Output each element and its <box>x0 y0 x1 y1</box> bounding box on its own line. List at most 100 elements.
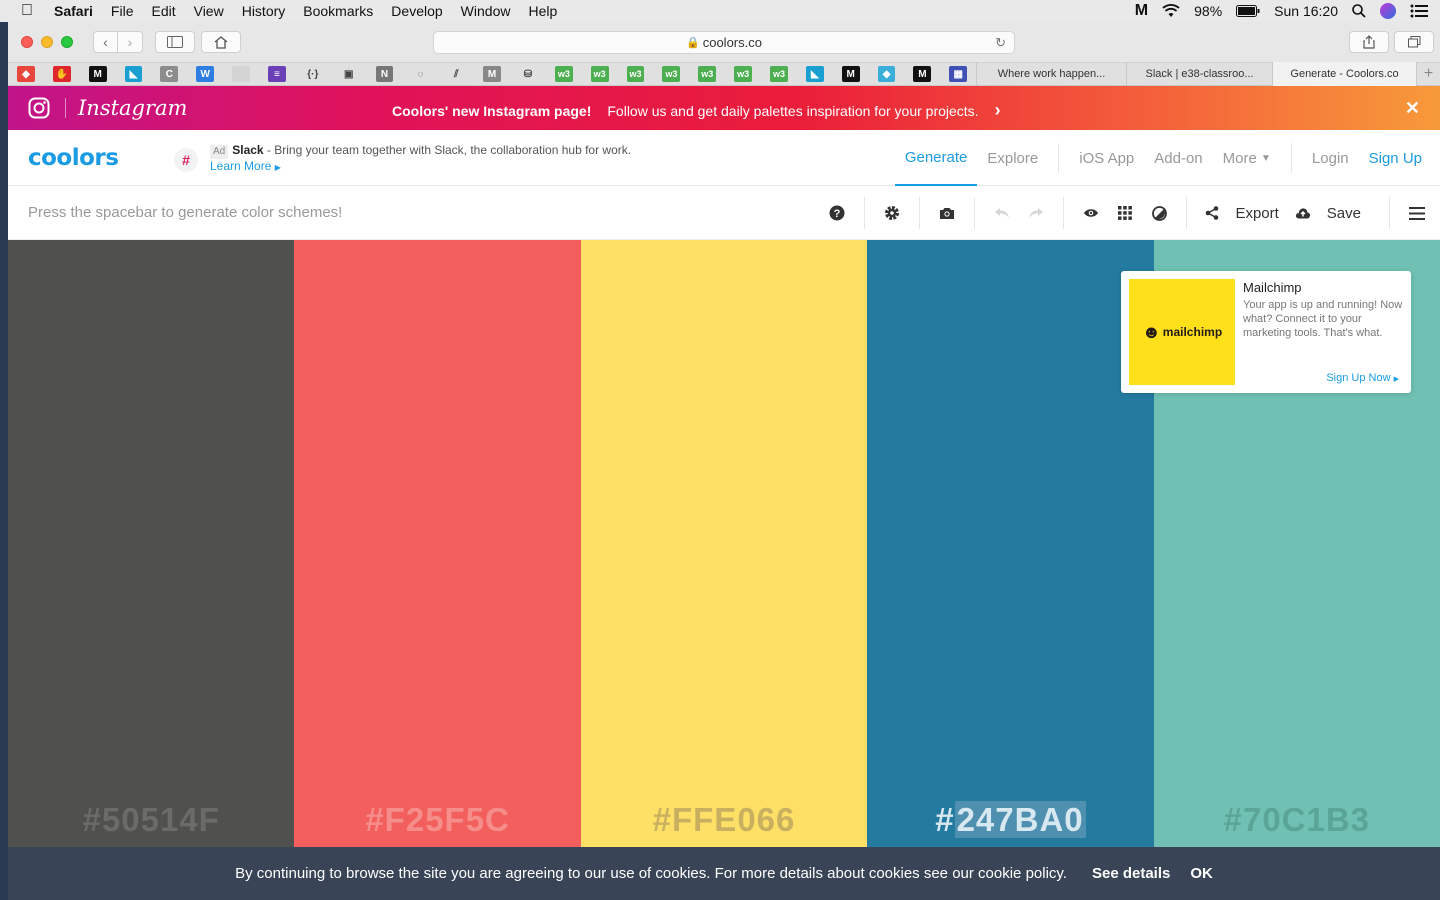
color-swatch[interactable]: #FFE066 <box>580 240 868 847</box>
color-swatch[interactable]: #F25F5C <box>294 240 581 847</box>
tab-slack-work[interactable]: Where work happen... <box>976 62 1126 86</box>
nav-sign-up[interactable]: Sign Up <box>1359 130 1432 186</box>
slack-ad[interactable]: # Ad Slack - Bring your team together wit… <box>174 143 631 175</box>
purple-list-icon[interactable]: ≡ <box>268 66 286 82</box>
grid-icon[interactable] <box>1108 186 1142 240</box>
w-circle-icon[interactable]: W <box>196 66 215 82</box>
book-icon[interactable]: ▣ <box>339 66 358 82</box>
tab-overview-button[interactable] <box>1394 31 1434 53</box>
undo-icon[interactable] <box>985 186 1019 240</box>
settings-gear-icon[interactable] <box>875 186 909 240</box>
medium-icon[interactable]: M <box>913 66 932 82</box>
redo-icon[interactable] <box>1019 186 1053 240</box>
coolors-logo[interactable]: coolors <box>28 145 119 171</box>
blue-bird-icon[interactable]: ◣ <box>805 66 824 82</box>
menu-edit[interactable]: Edit <box>142 3 184 19</box>
hex-code[interactable]: #FFE066 <box>581 801 867 839</box>
nav-ios-app[interactable]: iOS App <box>1069 130 1144 186</box>
red-ring-icon[interactable]: ◌ <box>411 66 430 82</box>
ok-button[interactable]: OK <box>1190 865 1213 882</box>
red-hand-icon[interactable]: ✋ <box>52 66 71 82</box>
menu-help[interactable]: Help <box>519 3 566 19</box>
menu-window[interactable]: Window <box>452 3 520 19</box>
menu-bookmarks[interactable]: Bookmarks <box>294 3 382 19</box>
instagram-banner[interactable]: Instagram Coolors' new Instagram page! F… <box>8 86 1440 130</box>
w3-icon[interactable]: w3 <box>698 66 717 82</box>
nav-login[interactable]: Login <box>1302 130 1359 186</box>
c-icon[interactable]: C <box>160 66 179 82</box>
battery-icon[interactable] <box>1236 5 1260 17</box>
m-gray-icon[interactable]: M <box>483 66 502 82</box>
red-diamond-icon[interactable]: ◆ <box>17 66 35 82</box>
save-button[interactable]: Save <box>1287 205 1369 222</box>
w3-icon[interactable]: w3 <box>590 66 609 82</box>
back-button[interactable]: ‹ <box>93 31 118 53</box>
eye-icon[interactable] <box>1074 186 1108 240</box>
siri-icon[interactable] <box>1380 3 1396 19</box>
apple-icon[interactable]:  <box>0 2 54 20</box>
color-swatch[interactable]: #247BA0 <box>867 240 1154 847</box>
hex-code[interactable]: #F25F5C <box>294 801 580 839</box>
forward-button[interactable]: › <box>118 31 143 53</box>
mailchimp-ad[interactable]: ☻ mailchimp Mailchimp Your app is up and… <box>1121 271 1411 393</box>
sidebar-button[interactable] <box>155 31 195 53</box>
w3-icon[interactable]: w3 <box>770 66 788 82</box>
malwarebytes-icon[interactable]: M <box>1135 2 1148 20</box>
ad-sign-up-link[interactable]: Sign Up Now ▶ <box>1326 372 1399 384</box>
camera-icon[interactable] <box>930 186 964 240</box>
spotlight-search-icon[interactable] <box>1352 4 1366 18</box>
nav-explore[interactable]: Explore <box>977 130 1048 186</box>
wifi-icon[interactable] <box>1162 4 1180 18</box>
color-adjust-icon[interactable] <box>1142 186 1176 240</box>
curly-braces-icon[interactable]: {·} <box>303 66 322 82</box>
menu-develop[interactable]: Develop <box>382 3 451 19</box>
hex-code[interactable]: #247BA0 <box>867 801 1153 839</box>
reload-icon[interactable]: ↻ <box>995 35 1006 51</box>
hex-code[interactable]: #70C1B3 <box>1154 801 1440 839</box>
hex-code[interactable]: #50514F <box>8 801 294 839</box>
minimize-window-button[interactable] <box>41 36 53 48</box>
medium-icon[interactable]: M <box>88 66 107 82</box>
help-icon[interactable]: ? <box>820 186 854 240</box>
w3-icon[interactable]: w3 <box>626 66 645 82</box>
medium-icon[interactable]: M <box>841 66 860 82</box>
battery-percent[interactable]: 98% <box>1194 3 1222 19</box>
instagram-icon <box>28 97 50 119</box>
toolbar-divider <box>1389 197 1390 229</box>
export-button[interactable]: Export <box>1197 205 1286 222</box>
nav-more[interactable]: More ▼ <box>1213 130 1281 186</box>
close-icon[interactable]: ✕ <box>1405 98 1420 119</box>
tab-coolors-generate[interactable]: Generate - Coolors.co <box>1272 62 1416 86</box>
see-details-button[interactable]: See details <box>1092 865 1170 882</box>
n-icon[interactable]: N <box>375 66 394 82</box>
color-swatch[interactable]: #50514F <box>8 240 295 847</box>
blue-bird-icon[interactable]: ◣ <box>124 66 143 82</box>
stripes-icon[interactable]: ⫽ <box>447 66 466 82</box>
home-button[interactable] <box>201 31 241 53</box>
share-button[interactable] <box>1349 31 1389 53</box>
notification-center-icon[interactable] <box>1410 4 1428 18</box>
nav-add-on[interactable]: Add-on <box>1144 130 1212 186</box>
hamburger-menu-icon[interactable] <box>1400 186 1434 240</box>
cube-icon[interactable]: ◆ <box>877 66 896 82</box>
menu-history[interactable]: History <box>233 3 295 19</box>
w3-icon[interactable]: w3 <box>554 66 573 82</box>
zoom-window-button[interactable] <box>61 36 73 48</box>
chevron-right-icon[interactable]: › <box>995 100 1001 121</box>
nav-generate[interactable]: Generate <box>894 130 978 186</box>
database-icon[interactable]: ⛁ <box>519 66 537 82</box>
blank-page-icon[interactable] <box>232 66 251 82</box>
w3-icon[interactable]: w3 <box>662 66 681 82</box>
menu-view[interactable]: View <box>185 3 233 19</box>
ad-learn-more-link[interactable]: Learn More <box>210 159 271 173</box>
menu-app-name[interactable]: Safari <box>54 3 102 19</box>
clock[interactable]: Sun 16:20 <box>1274 3 1338 19</box>
menu-file[interactable]: File <box>102 3 143 19</box>
layout-icon[interactable]: ▦ <box>949 66 968 82</box>
address-bar[interactable]: 🔒 coolors.co ↻ <box>433 31 1015 54</box>
new-tab-button[interactable]: + <box>1416 62 1440 86</box>
tab-slack-classroom[interactable]: Slack | e38-classroo... <box>1126 62 1272 86</box>
cookie-text: By continuing to browse the site you are… <box>235 865 1067 882</box>
close-window-button[interactable] <box>21 36 33 48</box>
w3-icon[interactable]: w3 <box>734 66 753 82</box>
